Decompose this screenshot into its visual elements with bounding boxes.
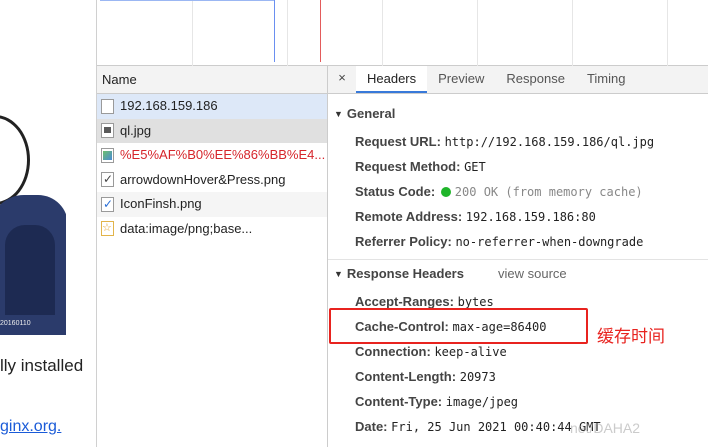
webpage-fragment: 20160110 lly installed ginx.org. bbox=[0, 0, 96, 447]
header-value: image/jpeg bbox=[445, 395, 519, 409]
timeline-gridline bbox=[287, 0, 288, 66]
response-headers-section-header[interactable]: ▼ Response Headers view source bbox=[328, 262, 708, 286]
header-value: keep-alive bbox=[434, 345, 507, 359]
dom-content-loaded-marker bbox=[274, 0, 275, 62]
detail-tabs: × Headers Preview Response Timing bbox=[328, 66, 708, 94]
header-key: Content-Type: bbox=[355, 394, 443, 409]
header-row: Content-Type: image/jpeg bbox=[328, 389, 708, 414]
timeline-gridline bbox=[572, 0, 573, 66]
header-key: Referrer Policy: bbox=[355, 234, 452, 249]
watermark: net/DAHA2 bbox=[570, 420, 641, 436]
collapse-triangle-icon: ▼ bbox=[334, 109, 343, 119]
tab-timing[interactable]: Timing bbox=[576, 66, 637, 93]
header-key: Remote Address: bbox=[355, 209, 463, 224]
view-source-link[interactable]: view source bbox=[498, 262, 567, 286]
header-row: Date: Fri, 25 Jun 2021 00:40:44 GMT bbox=[328, 414, 708, 439]
highlight-box bbox=[329, 308, 588, 344]
section-title: Response Headers bbox=[346, 266, 464, 281]
tab-preview[interactable]: Preview bbox=[427, 66, 495, 93]
timeline-gridline bbox=[382, 0, 383, 66]
check-icon bbox=[101, 168, 114, 192]
cartoon-image: 20160110 bbox=[0, 95, 66, 335]
star-icon bbox=[101, 217, 114, 241]
request-name: arrowdownHover&Press.png bbox=[120, 171, 286, 187]
request-name: ql.jpg bbox=[120, 122, 152, 138]
timeline-gridline bbox=[192, 0, 193, 66]
header-value: 20973 bbox=[459, 370, 496, 384]
cartoon-body-shade bbox=[5, 225, 55, 315]
timeline-gridline bbox=[667, 0, 668, 66]
header-key: Content-Length: bbox=[355, 369, 457, 384]
document-icon bbox=[101, 98, 114, 114]
timeline-bar bbox=[100, 0, 275, 1]
network-timeline[interactable] bbox=[97, 0, 708, 66]
picture-icon bbox=[101, 147, 114, 163]
request-list: Name 192.168.159.186 ql.jpg %E5%AF%B0%EE… bbox=[97, 66, 328, 447]
request-name: 192.168.159.186 bbox=[120, 98, 218, 113]
header-value: 200 OK (from memory cache) bbox=[454, 185, 643, 199]
header-value: http://192.168.159.186/ql.jpg bbox=[444, 135, 655, 149]
header-row: Remote Address: 192.168.159.186:80 bbox=[328, 204, 708, 229]
header-key: Connection: bbox=[355, 344, 431, 359]
section-title: General bbox=[346, 106, 396, 121]
request-row[interactable]: IconFinsh.png bbox=[97, 192, 327, 217]
header-value: bytes bbox=[457, 295, 494, 309]
header-row: Content-Length: 20973 bbox=[328, 364, 708, 389]
request-row[interactable]: ql.jpg bbox=[97, 118, 327, 143]
timeline-gridline bbox=[477, 0, 478, 66]
page-text: lly installed bbox=[0, 356, 84, 375]
header-key: Request URL: bbox=[355, 134, 441, 149]
header-value: GET bbox=[464, 160, 486, 174]
header-key: Request Method: bbox=[355, 159, 461, 174]
check-blue-icon bbox=[101, 192, 114, 216]
page-link[interactable]: ginx.org. bbox=[0, 418, 61, 436]
header-value: 192.168.159.186:80 bbox=[465, 210, 596, 224]
close-icon[interactable]: × bbox=[328, 66, 356, 93]
request-details: × Headers Preview Response Timing ▼ Gene… bbox=[328, 66, 708, 447]
tab-headers[interactable]: Headers bbox=[356, 66, 428, 93]
header-row: Request Method: GET bbox=[328, 154, 708, 179]
request-row[interactable]: 192.168.159.186 bbox=[97, 94, 327, 119]
image-stamp: 20160110 bbox=[0, 320, 31, 327]
cartoon-head bbox=[0, 115, 30, 205]
request-row[interactable]: arrowdownHover&Press.png bbox=[97, 168, 327, 193]
header-key: Date: bbox=[355, 419, 388, 434]
collapse-triangle-icon: ▼ bbox=[334, 269, 343, 279]
image-file-icon bbox=[101, 123, 114, 139]
request-row[interactable]: data:image/png;base... bbox=[97, 217, 327, 242]
request-name: data:image/png;base... bbox=[120, 220, 253, 236]
general-section-header[interactable]: ▼ General bbox=[328, 102, 708, 126]
request-name: IconFinsh.png bbox=[120, 196, 202, 211]
header-key: Status Code: bbox=[355, 184, 436, 199]
header-row: Request URL: http://192.168.159.186/ql.j… bbox=[328, 129, 708, 154]
load-event-marker bbox=[320, 0, 321, 62]
request-row[interactable]: %E5%AF%B0%EE%86%BB%E4... bbox=[97, 143, 327, 168]
header-key: Accept-Ranges: bbox=[355, 294, 454, 309]
status-ok-icon bbox=[440, 187, 451, 197]
header-value: no-referrer-when-downgrade bbox=[455, 235, 644, 249]
tab-response[interactable]: Response bbox=[495, 66, 576, 93]
header-row: Referrer Policy: no-referrer-when-downgr… bbox=[328, 229, 708, 254]
name-column-header[interactable]: Name bbox=[97, 66, 327, 94]
request-name: %E5%AF%B0%EE%86%BB%E4... bbox=[120, 147, 326, 162]
header-row: Status Code: 200 OK (from memory cache) bbox=[328, 179, 708, 204]
annotation-label: 缓存时间 bbox=[597, 327, 665, 346]
